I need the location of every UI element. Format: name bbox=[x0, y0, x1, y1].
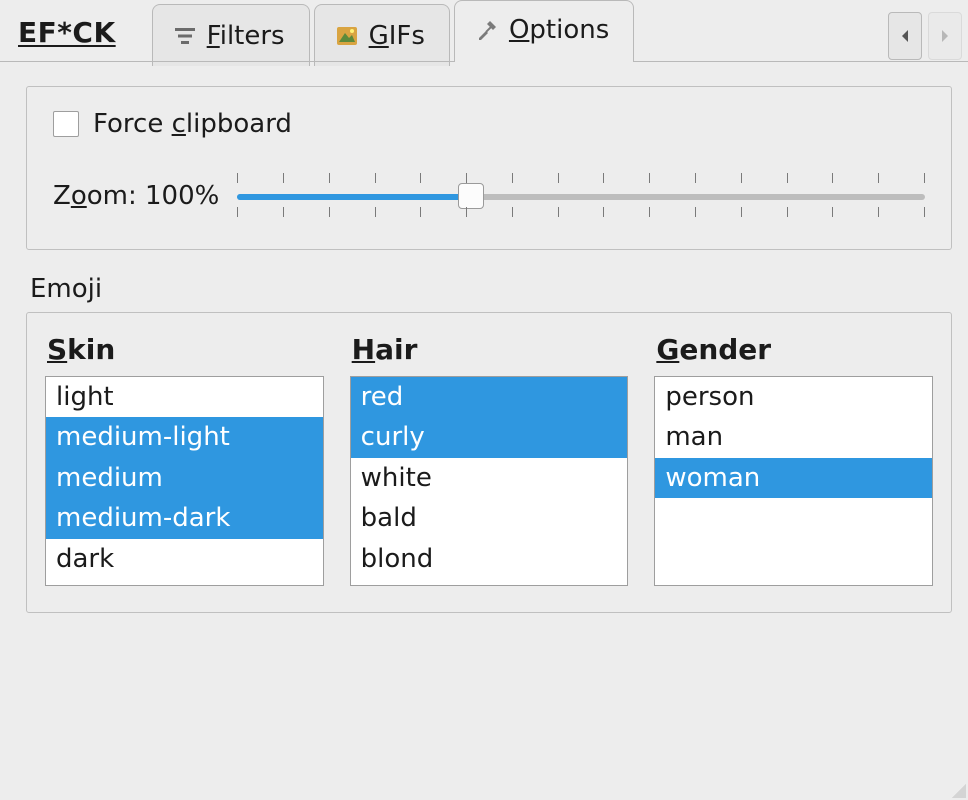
tab-options-label: Options bbox=[509, 15, 609, 45]
emoji-skin-listbox[interactable]: lightmedium-lightmediummedium-darkdark bbox=[45, 376, 324, 586]
zoom-value: 100% bbox=[145, 181, 219, 211]
options-panel: Force clipboard Zoom: 100% Emoji Skin lig… bbox=[0, 62, 968, 629]
list-item[interactable]: medium bbox=[46, 458, 323, 498]
slider-ticks-bottom bbox=[237, 207, 925, 219]
tab-nav bbox=[888, 0, 968, 62]
emoji-col-gender-header: Gender bbox=[656, 333, 933, 366]
emoji-col-gender: Gender personmanwoman bbox=[654, 329, 933, 586]
general-group: Force clipboard Zoom: 100% bbox=[26, 86, 952, 250]
slider-fill bbox=[237, 194, 471, 200]
tab-nav-next[interactable] bbox=[928, 12, 962, 60]
list-item[interactable]: woman bbox=[655, 458, 932, 498]
list-item[interactable]: person bbox=[655, 377, 932, 417]
list-item[interactable]: dark bbox=[46, 539, 323, 579]
resize-grip[interactable] bbox=[948, 780, 966, 798]
emoji-col-hair-header: Hair bbox=[352, 333, 629, 366]
tab-filters[interactable]: Filters bbox=[152, 4, 310, 66]
list-item[interactable]: medium-light bbox=[46, 417, 323, 457]
tab-gifs-label: GIFs bbox=[369, 21, 425, 51]
tab-options[interactable]: Options bbox=[454, 0, 634, 62]
list-item[interactable]: man bbox=[655, 417, 932, 457]
list-item[interactable]: light bbox=[46, 377, 323, 417]
force-clipboard-label: Force clipboard bbox=[93, 109, 292, 139]
emoji-gender-listbox[interactable]: personmanwoman bbox=[654, 376, 933, 586]
emoji-col-hair: Hair redcurlywhitebaldblond bbox=[350, 329, 629, 586]
zoom-label: Zoom: 100% bbox=[53, 181, 219, 211]
emoji-col-skin: Skin lightmedium-lightmediummedium-darkda… bbox=[45, 329, 324, 586]
emoji-section-label: Emoji bbox=[30, 274, 952, 304]
list-item[interactable]: white bbox=[351, 458, 628, 498]
emoji-col-skin-header: Skin bbox=[47, 333, 324, 366]
list-item[interactable]: red bbox=[351, 377, 628, 417]
emoji-hair-listbox[interactable]: redcurlywhitebaldblond bbox=[350, 376, 629, 586]
slider-ticks-top bbox=[237, 173, 925, 185]
tab-filters-label: Filters bbox=[207, 21, 285, 51]
force-clipboard-row[interactable]: Force clipboard bbox=[53, 109, 925, 139]
list-item[interactable]: bald bbox=[351, 498, 628, 538]
force-clipboard-checkbox[interactable] bbox=[53, 111, 79, 137]
slider-handle[interactable] bbox=[458, 183, 484, 209]
gifs-icon bbox=[335, 24, 359, 48]
zoom-slider[interactable] bbox=[237, 173, 925, 219]
zoom-row: Zoom: 100% bbox=[53, 173, 925, 219]
list-item[interactable]: blond bbox=[351, 539, 628, 579]
tab-nav-prev[interactable] bbox=[888, 12, 922, 60]
app-title: EF*CK bbox=[0, 0, 136, 62]
tab-bar: EF*CK Filters GIFs Options bbox=[0, 0, 968, 62]
list-item[interactable]: curly bbox=[351, 417, 628, 457]
tab-gifs[interactable]: GIFs bbox=[314, 4, 450, 66]
tools-icon bbox=[475, 18, 499, 42]
list-item[interactable]: medium-dark bbox=[46, 498, 323, 538]
emoji-group: Skin lightmedium-lightmediummedium-darkda… bbox=[26, 312, 952, 613]
filters-icon bbox=[173, 24, 197, 48]
